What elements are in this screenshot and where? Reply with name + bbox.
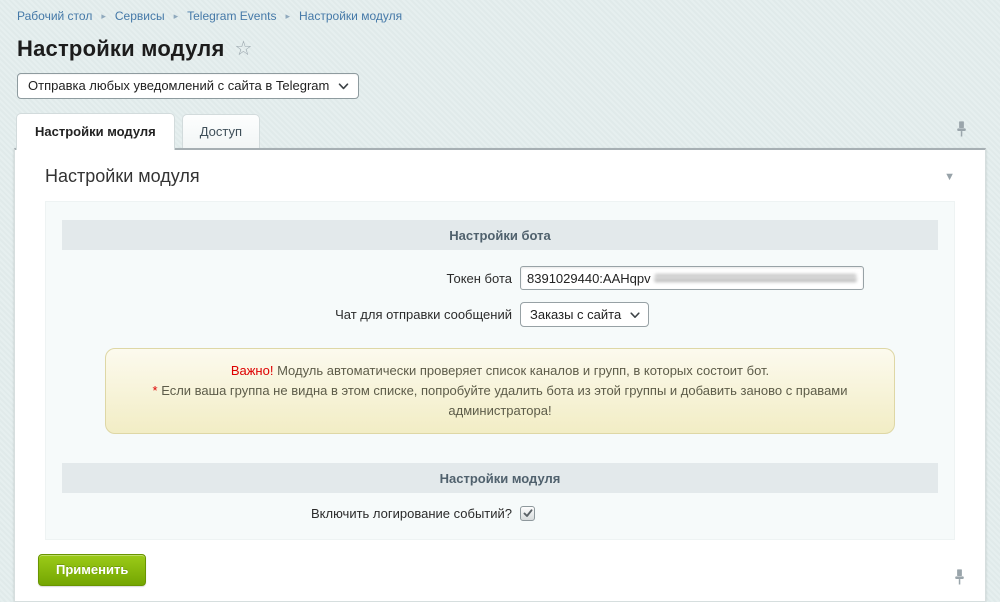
breadcrumb-separator-icon: ▸	[174, 10, 179, 22]
important-label: Важно!	[231, 363, 274, 378]
notice-asterisk: *	[153, 383, 158, 398]
breadcrumb-separator-icon: ▸	[101, 10, 106, 22]
breadcrumb-item-telegram-events[interactable]: Telegram Events	[187, 9, 276, 23]
page-title: Настройки модуля	[17, 36, 225, 62]
chat-row: Чат для отправки сообщений Заказы с сайт…	[62, 302, 938, 327]
pushpin-icon[interactable]	[954, 569, 965, 585]
breadcrumb-item-desktop[interactable]: Рабочий стол	[17, 9, 92, 23]
warning-notice: Важно! Модуль автоматически проверяет сп…	[105, 348, 895, 434]
chat-label: Чат для отправки сообщений	[62, 307, 512, 322]
notice-text-2: Если ваша группа не видна в этом списке,…	[161, 383, 847, 418]
redacted-token-blur	[654, 272, 857, 285]
module-select[interactable]: Отправка любых уведомлений с сайта в Tel…	[17, 73, 359, 99]
settings-panel: Настройки модуля ▼ Настройки бота Токен …	[14, 148, 986, 602]
page-title-row: Настройки модуля ☆	[17, 36, 984, 62]
chevron-down-icon	[338, 78, 349, 93]
token-value: 8391029440:AAHqpv	[527, 271, 651, 286]
token-row: Токен бота 8391029440:AAHqpv	[62, 266, 938, 290]
breadcrumb: Рабочий стол ▸ Сервисы ▸ Telegram Events…	[0, 0, 1000, 23]
tab-access[interactable]: Доступ	[182, 114, 260, 148]
chat-select-value: Заказы с сайта	[530, 307, 621, 322]
module-select-value: Отправка любых уведомлений с сайта в Tel…	[28, 78, 329, 93]
tab-bar: Настройки модуля Доступ	[16, 113, 1000, 148]
tab-module-settings[interactable]: Настройки модуля	[16, 113, 175, 150]
token-input[interactable]: 8391029440:AAHqpv	[520, 266, 864, 290]
panel-footer: Применить	[15, 540, 985, 601]
check-icon	[523, 506, 533, 521]
collapse-triangle-icon[interactable]: ▼	[944, 171, 955, 183]
panel-title: Настройки модуля	[45, 166, 200, 187]
chevron-down-icon	[630, 307, 640, 322]
breadcrumb-item-module-settings[interactable]: Настройки модуля	[299, 9, 402, 23]
section-header-bot: Настройки бота	[62, 220, 938, 250]
breadcrumb-item-services[interactable]: Сервисы	[115, 9, 165, 23]
notice-text-1: Модуль автоматически проверяет список ка…	[277, 363, 769, 378]
settings-form: Настройки бота Токен бота 8391029440:AAH…	[45, 201, 955, 540]
section-header-module: Настройки модуля	[62, 463, 938, 493]
apply-button[interactable]: Применить	[38, 554, 146, 586]
favorite-star-icon[interactable]: ☆	[235, 39, 253, 59]
logging-checkbox[interactable]	[520, 506, 535, 521]
logging-label: Включить логирование событий?	[62, 506, 512, 521]
page: Рабочий стол ▸ Сервисы ▸ Telegram Events…	[0, 0, 1000, 600]
logging-row: Включить логирование событий?	[62, 506, 938, 521]
chat-select[interactable]: Заказы с сайта	[520, 302, 649, 327]
breadcrumb-separator-icon: ▸	[285, 10, 290, 22]
token-label: Токен бота	[62, 271, 512, 286]
